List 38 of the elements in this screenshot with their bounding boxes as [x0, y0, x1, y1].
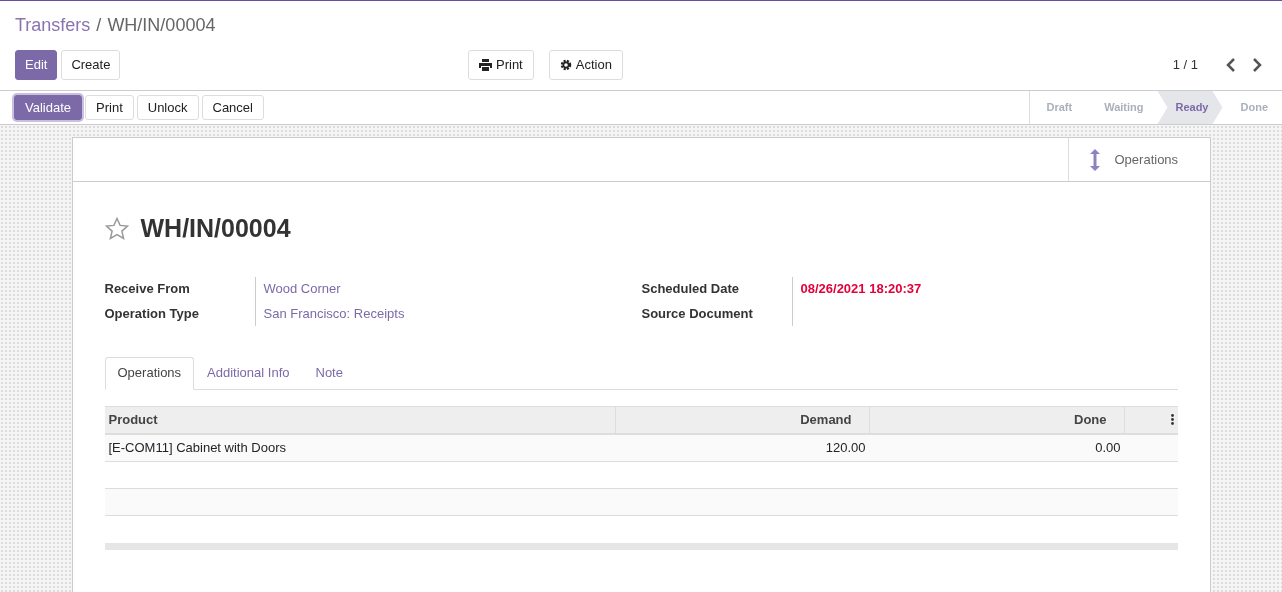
field-label: Source Document [641, 305, 754, 323]
column-header[interactable]: Product [104, 406, 616, 433]
state-button[interactable]: Unlock [136, 95, 199, 120]
chevron-left-icon[interactable] [1226, 58, 1236, 72]
form-tab[interactable]: Note [302, 356, 356, 389]
field-link[interactable]: San Francisco: Receipts [263, 304, 405, 324]
gear-icon [559, 59, 572, 71]
breadcrumb-separator: / [96, 14, 102, 37]
field-date: 08/26/2021 18:20:37 [800, 279, 922, 298]
state-button[interactable]: Cancel [201, 95, 264, 120]
primary-button[interactable]: Edit [15, 50, 58, 80]
secondary-button[interactable]: Create [61, 50, 121, 80]
validate-button[interactable]: Validate [14, 95, 82, 120]
pager-value: 1 / 1 [1172, 56, 1198, 75]
star-icon[interactable] [104, 216, 129, 241]
breadcrumb-current: WH/IN/00004 [107, 14, 216, 37]
column-header[interactable]: Done [869, 406, 1125, 433]
field-label: Scheduled Date [641, 279, 741, 298]
table-cell-text: [E-COM11] Cabinet with Doors [107, 438, 287, 457]
form-tab[interactable]: Operations [104, 356, 195, 390]
field-link[interactable]: Wood Corner [263, 278, 405, 298]
operations-smart-button[interactable]: Operations [1067, 138, 1210, 181]
more-vertical-icon[interactable] [1170, 414, 1174, 425]
form-tab[interactable]: Additional Info [194, 356, 303, 389]
print-button[interactable]: Print [468, 50, 534, 80]
field-label: Receive From [104, 279, 191, 298]
status-step[interactable]: Ready [1157, 91, 1223, 124]
chevron-right-icon[interactable] [1252, 58, 1262, 72]
state-button[interactable]: Print [85, 95, 134, 120]
column-header[interactable]: Demand [615, 406, 870, 433]
printer-icon [479, 59, 492, 71]
vertical-arrows-icon [1088, 148, 1101, 171]
action-button[interactable]: Action [548, 50, 623, 80]
table-cell-text: 120.00 [824, 438, 867, 457]
field-label: Operation Type [104, 305, 200, 323]
breadcrumb-link[interactable]: Transfers [15, 12, 91, 39]
table-cell-text: 0.00 [1094, 438, 1122, 457]
record-title: WH/IN/00004 [140, 213, 291, 244]
